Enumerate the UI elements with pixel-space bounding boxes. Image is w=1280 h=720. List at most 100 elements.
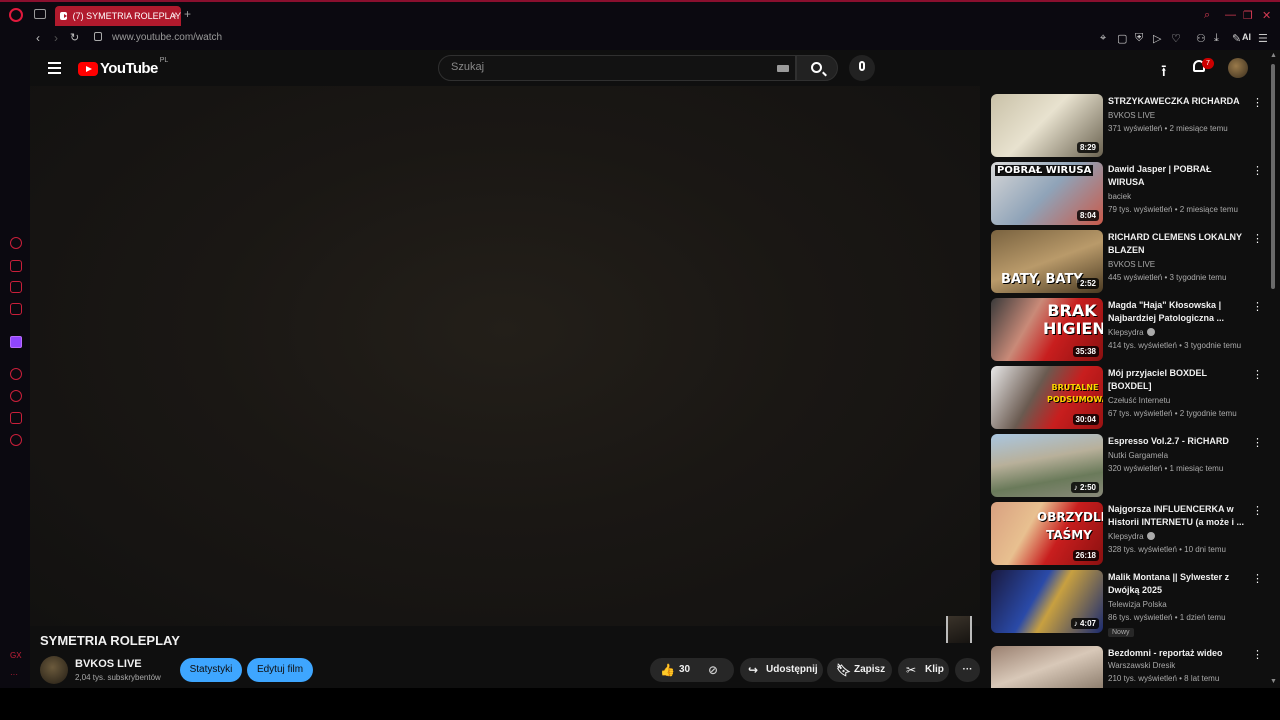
- video-title[interactable]: RICHARD CLEMENS LOKALNY BLAZEN: [1108, 231, 1248, 257]
- sidebar-messenger-icon[interactable]: [10, 303, 22, 315]
- video-player[interactable]: [30, 86, 980, 643]
- like-icon[interactable]: 👍: [660, 658, 675, 682]
- easy-setup-icon[interactable]: ☰: [1258, 32, 1268, 45]
- more-vert-icon[interactable]: ⋮: [1252, 504, 1263, 517]
- player-preview-thumbnail[interactable]: [946, 616, 972, 643]
- tab-close-icon[interactable]: ×: [172, 10, 177, 20]
- save-button[interactable]: 🔖︎ Zapisz: [827, 658, 892, 682]
- video-thumbnail[interactable]: ♪ 4:07: [991, 570, 1103, 633]
- snapshot-icon[interactable]: ▢: [1117, 32, 1127, 45]
- browser-tab-active[interactable]: (7) SYMETRIA ROLEPLAY ×: [55, 6, 181, 26]
- channel-name[interactable]: BVKOS LIVE: [75, 658, 142, 670]
- download-icon[interactable]: ⤓: [1214, 32, 1219, 45]
- list-item[interactable]: 8:29 STRZYKAWECZKA RICHARDA BVKOS LIVE 3…: [991, 94, 1263, 158]
- list-item[interactable]: BATY, BATY 2:52 RICHARD CLEMENS LOKALNY …: [991, 230, 1263, 294]
- new-tab-icon[interactable]: +: [184, 7, 191, 21]
- search-button[interactable]: [796, 55, 838, 81]
- video-title[interactable]: Bezdomni - reportaż wideo: [1108, 647, 1248, 660]
- channel-name[interactable]: BVKOS LIVE: [1108, 111, 1155, 120]
- menu-icon[interactable]: [48, 62, 61, 77]
- url-field[interactable]: www.youtube.com/watch: [112, 32, 222, 43]
- scroll-down-icon[interactable]: ▼: [1270, 678, 1277, 685]
- like-count[interactable]: 30: [679, 658, 690, 682]
- video-thumbnail[interactable]: BRAK HIGIENY 35:38: [991, 298, 1103, 361]
- more-vert-icon[interactable]: ⋮: [1252, 232, 1263, 245]
- video-thumbnail[interactable]: [991, 646, 1103, 688]
- video-title[interactable]: STRZYKAWECZKA RICHARDA: [1108, 95, 1248, 108]
- pin-icon[interactable]: ⌖: [1100, 32, 1106, 45]
- close-window-icon[interactable]: ✕: [1262, 9, 1271, 22]
- account-avatar[interactable]: [1228, 58, 1248, 78]
- list-item[interactable]: Bezdomni - reportaż wideo Warszawski Dre…: [991, 646, 1263, 688]
- channel-name[interactable]: Nutki Gargamela: [1108, 451, 1168, 460]
- account-icon[interactable]: ⚇: [1196, 32, 1206, 45]
- channel-name[interactable]: BVKOS LIVE: [1108, 260, 1155, 269]
- video-thumbnail[interactable]: 8:29: [991, 94, 1103, 157]
- voice-search-button[interactable]: [849, 55, 875, 81]
- more-vert-icon[interactable]: ⋮: [1252, 572, 1263, 585]
- video-thumbnail[interactable]: BRUTALNE PODSUMOWANIE 30:04: [991, 366, 1103, 429]
- video-title[interactable]: Mój przyjaciel BOXDEL [BOXDEL]: [1108, 367, 1248, 393]
- reload-icon[interactable]: ↻: [70, 31, 79, 44]
- video-title[interactable]: Espresso Vol.2.7 - RiCHARD: [1108, 435, 1248, 448]
- video-thumbnail[interactable]: ♪ 2:50: [991, 434, 1103, 497]
- upload-icon[interactable]: ⭱: [1161, 60, 1167, 87]
- channel-name[interactable]: Czełuść Internetu: [1108, 396, 1170, 405]
- video-thumbnail[interactable]: BATY, BATY 2:52: [991, 230, 1103, 293]
- more-vert-icon[interactable]: ⋮: [1252, 96, 1263, 109]
- video-title[interactable]: Magda "Haja" Kłosowska | Najbardziej Pat…: [1108, 299, 1248, 325]
- sidebar-twitch-icon[interactable]: [10, 336, 22, 348]
- clip-button[interactable]: ✂ Klip: [898, 658, 949, 682]
- youtube-logo[interactable]: YouTube PL: [78, 57, 168, 77]
- sidebar-speed-dial-icon[interactable]: [10, 237, 22, 249]
- sidebar-history-icon[interactable]: [10, 390, 22, 402]
- channel-avatar[interactable]: [40, 656, 68, 684]
- channel-name[interactable]: baciek: [1108, 192, 1131, 201]
- channel-name[interactable]: Klepsydra: [1108, 328, 1155, 337]
- list-item[interactable]: POBRAŁ WIRUSA 8:04 Dawid Jasper | POBRAŁ…: [991, 162, 1263, 226]
- search-tabs-icon[interactable]: ⌕: [1204, 9, 1210, 22]
- back-icon[interactable]: ‹: [36, 31, 40, 45]
- player-icon[interactable]: ▷: [1153, 32, 1161, 45]
- video-title[interactable]: Najgorsza INFLUENCERKA w Historii INTERN…: [1108, 503, 1248, 529]
- list-item[interactable]: ♪ 2:50 Espresso Vol.2.7 - RiCHARD Nutki …: [991, 434, 1263, 498]
- channel-name[interactable]: Telewizja Polska: [1108, 600, 1167, 609]
- heart-icon[interactable]: ♡: [1171, 32, 1181, 45]
- sidebar-player-icon[interactable]: [10, 368, 22, 380]
- more-actions-button[interactable]: ···: [955, 658, 980, 682]
- tab-islands-icon[interactable]: [34, 9, 46, 19]
- search-input[interactable]: [451, 61, 751, 73]
- channel-name[interactable]: Warszawski Dresik: [1108, 661, 1175, 670]
- video-thumbnail[interactable]: POBRAŁ WIRUSA 8:04: [991, 162, 1103, 225]
- video-title[interactable]: Malik Montana || Sylwester z Dwójką 2025: [1108, 571, 1248, 597]
- sidebar-more-icon[interactable]: ···: [10, 670, 18, 679]
- video-thumbnail[interactable]: OBRZYDLIWE TAŚMY 26:18: [991, 502, 1103, 565]
- sidebar-settings-icon[interactable]: [10, 434, 22, 446]
- keyboard-icon[interactable]: [777, 65, 789, 72]
- sidebar-gx-icon[interactable]: GX: [10, 651, 22, 660]
- list-item[interactable]: OBRZYDLIWE TAŚMY 26:18 Najgorsza INFLUEN…: [991, 502, 1263, 566]
- more-vert-icon[interactable]: ⋮: [1252, 300, 1263, 313]
- ai-button[interactable]: AI: [1242, 32, 1251, 42]
- opera-logo-icon[interactable]: [9, 8, 23, 22]
- more-vert-icon[interactable]: ⋮: [1252, 436, 1263, 449]
- stats-button[interactable]: Statystyki: [180, 658, 242, 682]
- sidebar-news-icon[interactable]: [10, 281, 22, 293]
- sidebar-bag-icon[interactable]: [10, 260, 22, 272]
- scrollbar-thumb[interactable]: [1271, 64, 1275, 289]
- page-scrollbar[interactable]: [1270, 56, 1276, 688]
- list-item[interactable]: BRUTALNE PODSUMOWANIE 30:04 Mój przyjaci…: [991, 366, 1263, 430]
- forward-icon[interactable]: ›: [54, 31, 58, 45]
- lock-icon[interactable]: [94, 32, 102, 41]
- vpn-shield-icon[interactable]: ⛨: [1135, 32, 1143, 45]
- sidebar-extensions-icon[interactable]: [10, 412, 22, 424]
- more-vert-icon[interactable]: ⋮: [1252, 648, 1263, 661]
- aria-icon[interactable]: ✎: [1232, 32, 1241, 45]
- list-item[interactable]: ♪ 4:07 Malik Montana || Sylwester z Dwój…: [991, 570, 1263, 637]
- more-vert-icon[interactable]: ⋮: [1252, 164, 1263, 177]
- list-item[interactable]: BRAK HIGIENY 35:38 Magda "Haja" Kłosowsk…: [991, 298, 1263, 362]
- share-button[interactable]: ↪ Udostępnij: [740, 658, 823, 682]
- restore-icon[interactable]: ❐: [1243, 9, 1253, 22]
- edit-video-button[interactable]: Edytuj film: [247, 658, 313, 682]
- minimize-icon[interactable]: —: [1225, 9, 1236, 21]
